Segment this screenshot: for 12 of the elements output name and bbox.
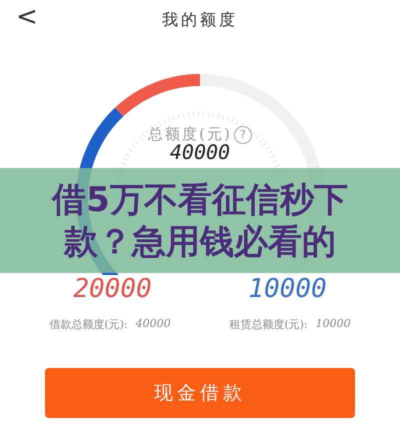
banner-headline: 款？急用钱必看的 xyxy=(64,220,336,262)
amount-total: 40000 xyxy=(136,317,171,332)
banner-headline: 借5万不看征信秒下 xyxy=(52,178,348,220)
amount-value: 20000 xyxy=(73,274,152,304)
page-title: 我的额度 xyxy=(162,10,238,30)
cash-loan-button[interactable]: 现金借款 xyxy=(45,368,355,418)
amount-label: 租赁总额度(元): xyxy=(229,317,308,332)
amount-value: 10000 xyxy=(248,274,327,304)
amount-total: 10000 xyxy=(316,317,351,332)
back-button[interactable]: < xyxy=(16,2,38,32)
help-icon[interactable]: ? xyxy=(234,126,252,144)
amount-label: 借款总额度(元): xyxy=(49,317,128,332)
